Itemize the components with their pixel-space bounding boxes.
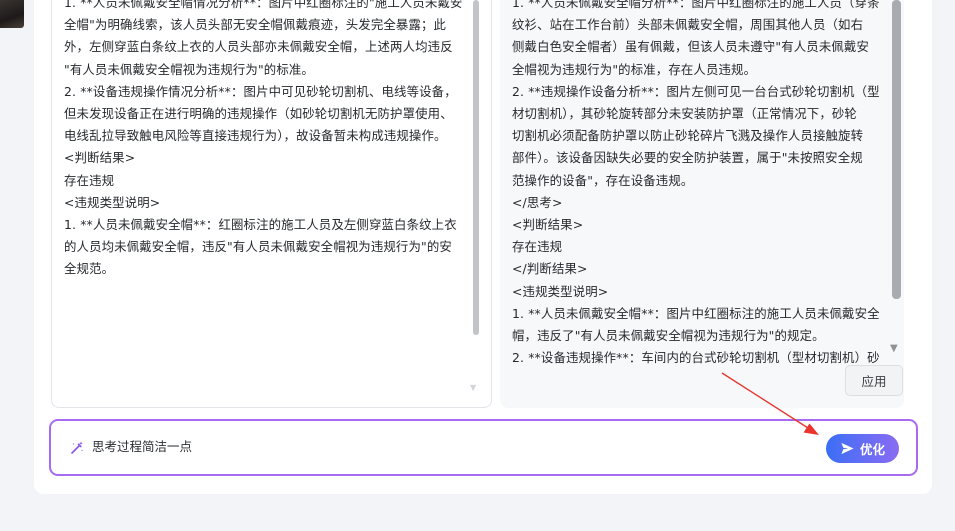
right-scrollbar-thumb[interactable] (892, 0, 901, 299)
original-result-panel: 1. **人员未佩戴安全帽情况分析**：图片中红圈标注的"施工人员未戴安 全帽"… (51, 0, 492, 408)
optimize-button[interactable]: 优化 (826, 434, 899, 463)
text-line: </判断结果> (512, 261, 588, 277)
text-line: </思考> (512, 194, 563, 210)
text-line: 切割机必须配备防护罩以防止砂轮碎片飞溅及操作人员接触旋转 (512, 128, 864, 144)
optimized-result-panel: 1. **人员未佩戴安全帽分析**：图片中红圈标注的施工人员（穿条 纹衫、站在工… (500, 0, 904, 408)
prompt-input[interactable] (92, 438, 792, 453)
text-line: <判断结果> (64, 150, 136, 166)
text-line: 全规范。 (64, 261, 115, 277)
text-line: "有人员未佩戴安全帽视为违规行为"的标准。 (64, 61, 314, 77)
send-icon (841, 442, 854, 455)
text-line: 1. **人员未佩戴安全帽**：红圈标注的施工人员及左侧穿蓝白条纹上衣 (64, 217, 457, 233)
text-line: 1. **人员未佩戴安全帽分析**：图片中红圈标注的施工人员（穿条 (512, 0, 880, 10)
prompt-input-box[interactable] (49, 419, 918, 476)
text-line: 的人员均未佩戴安全帽，违反"有人员未佩戴安全帽视为违规行为"的安 (64, 239, 452, 255)
optimized-result-text: 1. **人员未佩戴安全帽分析**：图片中红圈标注的施工人员（穿条 纹衫、站在工… (512, 0, 888, 369)
original-result-text: 1. **人员未佩戴安全帽情况分析**：图片中红圈标注的"施工人员未戴安 全帽"… (64, 0, 476, 281)
text-line: 2. **违规操作设备分析**：图片左侧可见一台台式砂轮切割机（型 (512, 83, 880, 99)
text-line: 部件）。该设备因缺失必要的安全防护装置，属于"未按照安全规 (512, 150, 863, 166)
text-line: 1. **人员未佩戴安全帽情况分析**：图片中红圈标注的"施工人员未戴安 (64, 0, 463, 10)
text-line: <判断结果> (512, 217, 584, 233)
text-line: <违规类型说明> (512, 283, 609, 299)
avatar (0, 0, 24, 28)
text-line: 但未发现设备正在进行明确的违规操作（如砂轮切割机无防护罩使用、 (64, 106, 453, 122)
apply-button[interactable]: 应用 (845, 365, 903, 396)
magic-wand-icon (71, 441, 83, 454)
scroll-down-arrow-icon[interactable]: ▼ (890, 343, 898, 354)
text-line: 1. **人员未佩戴安全帽**：图片中红圈标注的施工人员未佩戴安全 (512, 305, 880, 321)
scroll-down-arrow-icon[interactable]: ▼ (470, 383, 476, 392)
text-line: 材切割机），其砂轮旋转部分未安装防护罩（正常情况下，砂轮 (512, 106, 857, 122)
text-line: 纹衫、站在工作台前）头部未佩戴安全帽，周围其他人员（如右 (512, 17, 864, 33)
text-line: 2. **设备违规操作情况分析**：图片中可见砂轮切割机、电线等设备， (64, 83, 457, 99)
text-line: 存在违规 (64, 172, 115, 188)
text-line: 存在违规 (512, 239, 563, 255)
text-line: 全帽视为违规行为"的标准，存在人员违规。 (512, 61, 757, 77)
text-line: 侧戴白色安全帽者）虽有佩戴，但该人员未遵守"有人员未佩戴安 (512, 39, 869, 55)
text-line: 范操作的设备"，存在设备违规。 (512, 172, 694, 188)
left-scrollbar-thumb[interactable] (473, 0, 479, 335)
text-line: 外，左侧穿蓝白条纹上衣的人员头部亦未佩戴安全帽，上述两人均违反 (64, 39, 453, 55)
text-line: <违规类型说明> (64, 194, 161, 210)
text-line: 电线乱拉导致触电风险等直接违规行为），故设备暂未构成违规操作。 (64, 128, 447, 144)
text-line: 帽，违反了"有人员未佩戴安全帽视为违规行为"的规定。 (512, 328, 825, 344)
text-line: 全帽"为明确线索，该人员头部无安全帽佩戴痕迹，头发完全暴露；此 (64, 17, 447, 33)
text-line: 2. **设备违规操作**：车间内的台式砂轮切割机（型材切割机）砂 (512, 350, 880, 366)
optimize-button-label: 优化 (859, 442, 885, 457)
